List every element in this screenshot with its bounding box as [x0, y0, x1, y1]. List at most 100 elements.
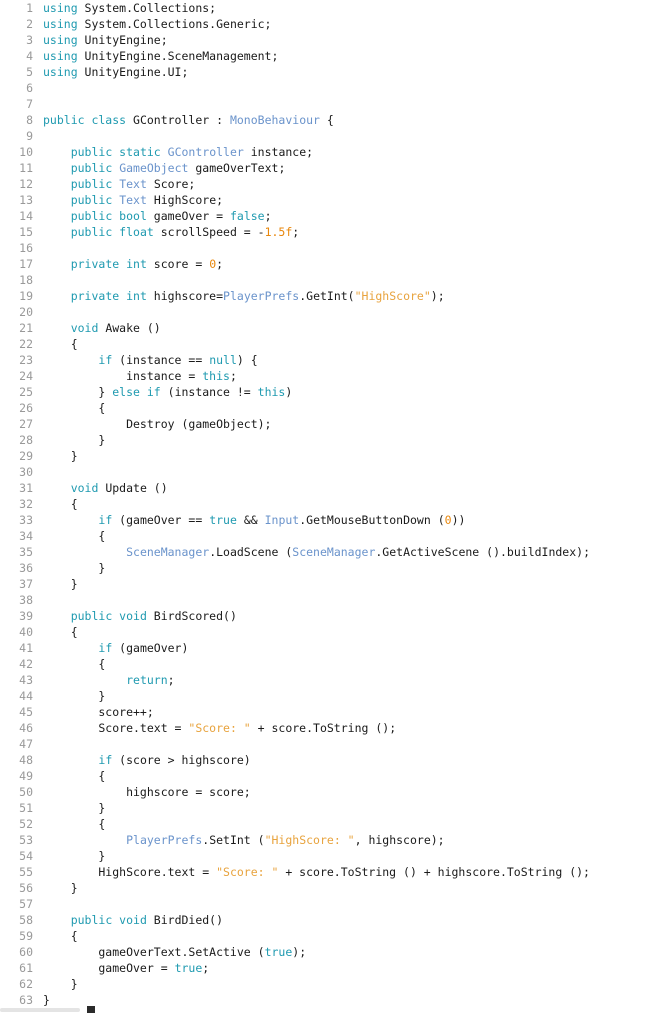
code-line[interactable]: 56 } [0, 880, 672, 896]
code-line[interactable]: 33 if (gameOver == true && Input.GetMous… [0, 512, 672, 528]
line-content[interactable]: } [38, 560, 672, 576]
line-content[interactable]: { [38, 528, 672, 544]
line-content[interactable]: { [38, 400, 672, 416]
code-line[interactable]: 26 { [0, 400, 672, 416]
code-line[interactable]: 10 public static GController instance; [0, 144, 672, 160]
line-content[interactable]: using UnityEngine.UI; [38, 64, 672, 80]
line-content[interactable]: gameOver = true; [38, 960, 672, 976]
line-content[interactable] [38, 896, 672, 912]
code-line[interactable]: 40 { [0, 624, 672, 640]
line-content[interactable]: using UnityEngine.SceneManagement; [38, 48, 672, 64]
line-content[interactable]: { [38, 496, 672, 512]
line-content[interactable] [38, 272, 672, 288]
line-content[interactable]: } [38, 688, 672, 704]
code-line[interactable]: 9 [0, 128, 672, 144]
line-content[interactable]: } [38, 448, 672, 464]
code-line[interactable]: 45 score++; [0, 704, 672, 720]
line-content[interactable]: if (gameOver == true && Input.GetMouseBu… [38, 512, 672, 528]
code-line[interactable]: 28 } [0, 432, 672, 448]
line-content[interactable]: using UnityEngine; [38, 32, 672, 48]
line-content[interactable]: void Awake () [38, 320, 672, 336]
code-line[interactable]: 54 } [0, 848, 672, 864]
code-line[interactable]: 47 [0, 736, 672, 752]
line-content[interactable]: Score.text = "Score: " + score.ToString … [38, 720, 672, 736]
line-content[interactable]: } [38, 976, 672, 992]
line-content[interactable] [38, 96, 672, 112]
line-content[interactable]: using System.Collections; [38, 0, 672, 16]
code-line[interactable]: 63} [0, 992, 672, 1008]
line-content[interactable]: SceneManager.LoadScene (SceneManager.Get… [38, 544, 672, 560]
code-line[interactable]: 38 [0, 592, 672, 608]
code-line[interactable]: 30 [0, 464, 672, 480]
code-line[interactable]: 35 SceneManager.LoadScene (SceneManager.… [0, 544, 672, 560]
code-line[interactable]: 15 public float scrollSpeed = -1.5f; [0, 224, 672, 240]
code-line[interactable]: 29 } [0, 448, 672, 464]
line-content[interactable]: void Update () [38, 480, 672, 496]
code-line[interactable]: 12 public Text Score; [0, 176, 672, 192]
line-content[interactable]: { [38, 768, 672, 784]
line-content[interactable] [38, 80, 672, 96]
code-line[interactable]: 13 public Text HighScore; [0, 192, 672, 208]
line-content[interactable]: } [38, 432, 672, 448]
code-line[interactable]: 14 public bool gameOver = false; [0, 208, 672, 224]
line-content[interactable]: return; [38, 672, 672, 688]
code-line[interactable]: 5 using UnityEngine.UI; [0, 64, 672, 80]
code-line[interactable]: 4 using UnityEngine.SceneManagement; [0, 48, 672, 64]
code-line[interactable]: 48 if (score > highscore) [0, 752, 672, 768]
code-viewer[interactable]: 1 using System.Collections; 2 using System.… [0, 0, 672, 1024]
line-content[interactable]: { [38, 624, 672, 640]
code-line[interactable]: 1 using System.Collections; [0, 0, 672, 16]
code-line[interactable]: 46 Score.text = "Score: " + score.ToStri… [0, 720, 672, 736]
code-line[interactable]: 59 { [0, 928, 672, 944]
code-line[interactable]: 31 void Update () [0, 480, 672, 496]
line-content[interactable]: private int highscore=PlayerPrefs.GetInt… [38, 288, 672, 304]
line-content[interactable]: if (instance == null) { [38, 352, 672, 368]
line-content[interactable] [38, 736, 672, 752]
code-line[interactable]: 11 public GameObject gameOverText; [0, 160, 672, 176]
line-content[interactable]: Destroy (gameObject); [38, 416, 672, 432]
code-line[interactable]: 44 } [0, 688, 672, 704]
code-line[interactable]: 17 private int score = 0; [0, 256, 672, 272]
code-line[interactable]: 34 { [0, 528, 672, 544]
line-content[interactable]: public static GController instance; [38, 144, 672, 160]
code-line[interactable]: 62 } [0, 976, 672, 992]
line-content[interactable]: if (score > highscore) [38, 752, 672, 768]
line-content[interactable]: public Text Score; [38, 176, 672, 192]
line-content[interactable]: { [38, 816, 672, 832]
line-content[interactable]: PlayerPrefs.SetInt ("HighScore: ", highs… [38, 832, 672, 848]
code-line[interactable]: 50 highscore = score; [0, 784, 672, 800]
line-content[interactable]: { [38, 336, 672, 352]
line-content[interactable]: private int score = 0; [38, 256, 672, 272]
line-content[interactable] [38, 304, 672, 320]
line-content[interactable]: public GameObject gameOverText; [38, 160, 672, 176]
code-line[interactable]: 18 [0, 272, 672, 288]
code-line[interactable]: 8 public class GController : MonoBehaviou… [0, 112, 672, 128]
code-line[interactable]: 32 { [0, 496, 672, 512]
line-content[interactable]: public Text HighScore; [38, 192, 672, 208]
line-content[interactable]: } [38, 800, 672, 816]
line-content[interactable]: } [38, 848, 672, 864]
line-content[interactable]: } [38, 576, 672, 592]
code-line[interactable]: 52 { [0, 816, 672, 832]
code-line[interactable]: 49 { [0, 768, 672, 784]
code-line[interactable]: 20 [0, 304, 672, 320]
code-line[interactable]: 61 gameOver = true; [0, 960, 672, 976]
line-content[interactable]: highscore = score; [38, 784, 672, 800]
code-line[interactable]: 3 using UnityEngine; [0, 32, 672, 48]
line-content[interactable]: using System.Collections.Generic; [38, 16, 672, 32]
code-line[interactable]: 22 { [0, 336, 672, 352]
code-line[interactable]: 25 } else if (instance != this) [0, 384, 672, 400]
code-line[interactable]: 51 } [0, 800, 672, 816]
line-content[interactable]: score++; [38, 704, 672, 720]
code-line[interactable]: 58 public void BirdDied() [0, 912, 672, 928]
code-line[interactable]: 55 HighScore.text = "Score: " + score.To… [0, 864, 672, 880]
line-content[interactable] [38, 240, 672, 256]
line-content[interactable]: { [38, 928, 672, 944]
code-line[interactable]: 57 [0, 896, 672, 912]
line-content[interactable]: instance = this; [38, 368, 672, 384]
code-line[interactable]: 2 using System.Collections.Generic; [0, 16, 672, 32]
line-content[interactable]: gameOverText.SetActive (true); [38, 944, 672, 960]
line-content[interactable]: public void BirdDied() [38, 912, 672, 928]
code-line[interactable]: 24 instance = this; [0, 368, 672, 384]
line-content[interactable]: } [38, 880, 672, 896]
